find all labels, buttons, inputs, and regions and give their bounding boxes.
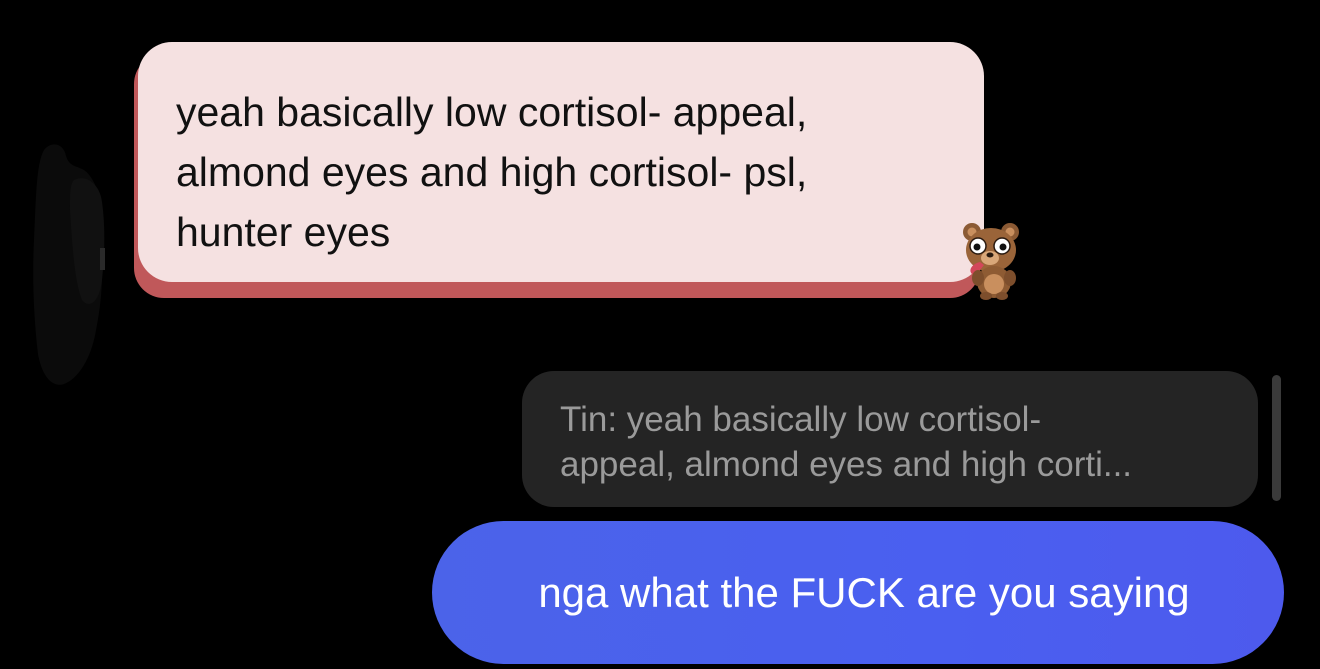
- received-message-bubble[interactable]: yeah basically low cortisol- appeal, alm…: [138, 42, 984, 282]
- reply-preview-line: Tin: yeah basically low cortisol-: [560, 400, 1042, 439]
- reply-indicator-bar: [1272, 375, 1281, 501]
- received-message[interactable]: yeah basically low cortisol- appeal, alm…: [128, 40, 988, 302]
- reply-preview[interactable]: Tin: yeah basically low cortisol- appeal…: [522, 371, 1258, 507]
- received-message-line: almond eyes and high cortisol- psl,: [176, 149, 808, 195]
- received-message-line: yeah basically low cortisol- appeal,: [176, 89, 808, 135]
- bear-sticker-icon[interactable]: [958, 220, 1024, 300]
- received-message-line: hunter eyes: [176, 209, 391, 255]
- sent-message-text: nga what the FUCK are you saying: [538, 568, 1190, 616]
- redacted-avatar: [33, 144, 105, 385]
- sent-message-bubble[interactable]: nga what the FUCK are you saying: [432, 521, 1284, 664]
- reply-preview-line: appeal, almond eyes and high corti...: [560, 445, 1133, 484]
